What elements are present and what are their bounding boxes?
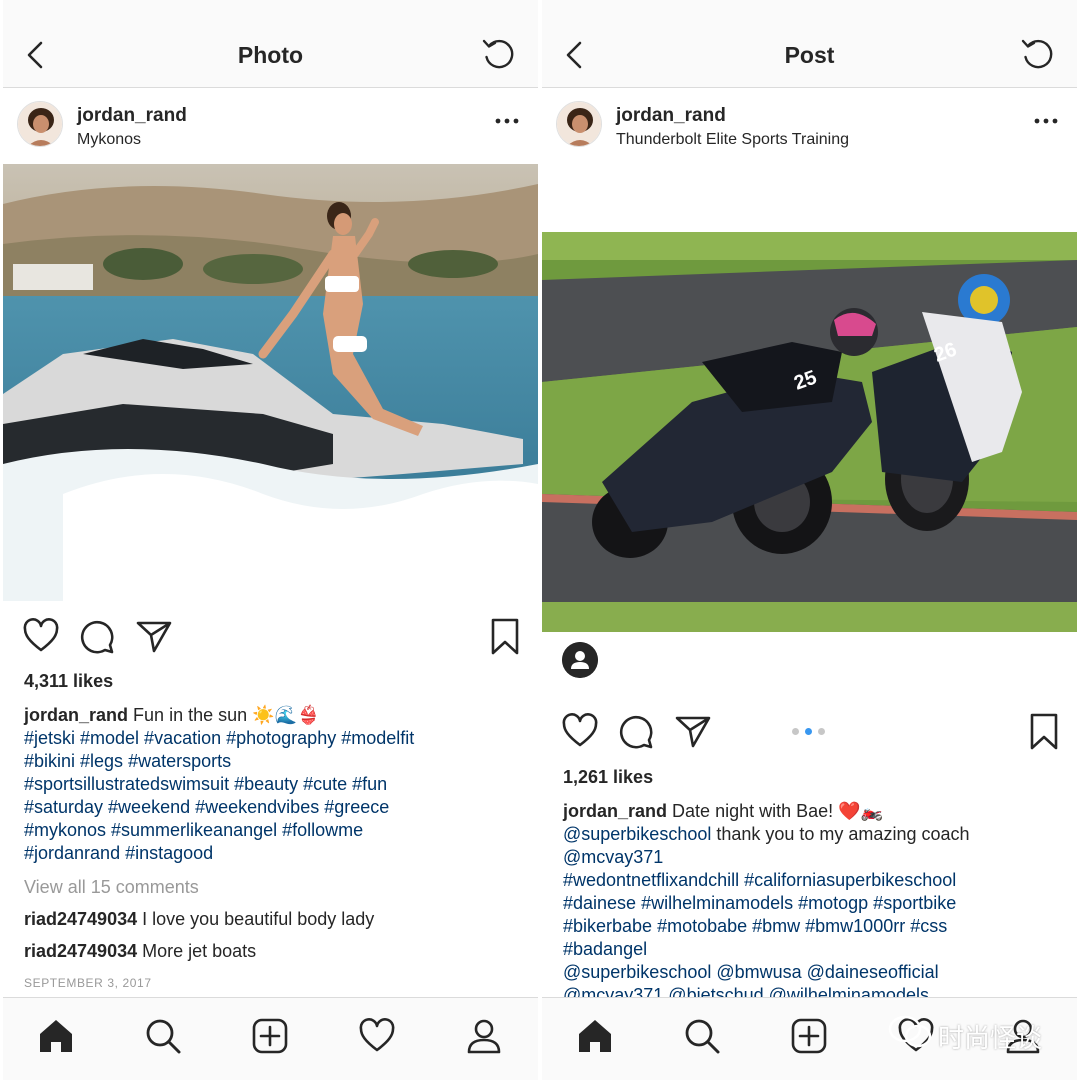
- more-options-icon[interactable]: [494, 111, 520, 131]
- mention-line[interactable]: @superbikeschool @bmwusa @daineseofficia…: [563, 961, 1067, 984]
- refresh-icon[interactable]: [1019, 36, 1057, 74]
- post-location[interactable]: Thunderbolt Elite Sports Training: [616, 131, 849, 149]
- hashtag-line[interactable]: #sportsillustratedswimsuit #beauty #cute…: [24, 773, 528, 796]
- search-icon[interactable]: [682, 1016, 722, 1056]
- comment-username[interactable]: riad24749034: [24, 909, 137, 929]
- comment-bubble-icon[interactable]: [616, 712, 656, 752]
- hashtag-line[interactable]: #bikini #legs #watersports: [24, 750, 528, 773]
- new-post-icon[interactable]: [250, 1016, 290, 1056]
- hashtag-line[interactable]: #bikerbabe #motobabe #bmw #bmw1000rr #cs…: [563, 915, 1067, 938]
- caption-hashtags[interactable]: #wedontnetflixandchill #californiasuperb…: [563, 869, 1067, 961]
- likes-count[interactable]: 1,261 likes: [563, 767, 653, 788]
- page-title: Post: [784, 42, 835, 68]
- post-photo-motorcycles[interactable]: 26 25: [542, 232, 1077, 632]
- carousel-dot: [818, 728, 825, 735]
- top-navigation-bar: Post: [542, 0, 1077, 88]
- caption-username[interactable]: jordan_rand: [24, 705, 128, 725]
- like-heart-icon[interactable]: [560, 712, 600, 752]
- post-header: jordan_rand Mykonos: [3, 89, 538, 163]
- hashtag-line[interactable]: #mykonos #summerlikeanangel #followme: [24, 819, 528, 842]
- hashtag-line[interactable]: #wedontnetflixandchill #californiasuperb…: [563, 869, 1067, 892]
- carousel-dot: [792, 728, 799, 735]
- save-bookmark-icon[interactable]: [1024, 712, 1064, 752]
- likes-count[interactable]: 4,311 likes: [24, 671, 113, 692]
- mention-link[interactable]: @superbikeschool: [563, 824, 711, 844]
- watermark-text: 时尚怪谈: [938, 1024, 1043, 1054]
- new-post-icon[interactable]: [789, 1016, 829, 1056]
- search-icon[interactable]: [143, 1016, 183, 1056]
- post-caption: jordan_rand Date night with Bae! ❤️🏍️ @s…: [563, 800, 1067, 1007]
- post-header: jordan_rand Thunderbolt Elite Sports Tra…: [542, 89, 1077, 163]
- profile-icon[interactable]: [464, 1016, 504, 1056]
- post-photo-jetski[interactable]: [3, 164, 538, 601]
- avatar[interactable]: [17, 101, 63, 147]
- view-all-comments-link[interactable]: View all 15 comments: [24, 877, 199, 898]
- caption-text: Date night with Bae! ❤️🏍️: [672, 801, 883, 821]
- share-direct-icon[interactable]: [134, 617, 174, 657]
- post-location[interactable]: Mykonos: [77, 131, 141, 149]
- post-action-bar: [3, 617, 538, 663]
- tagged-people-icon[interactable]: [562, 642, 598, 678]
- caption-username[interactable]: jordan_rand: [563, 801, 667, 821]
- home-icon[interactable]: [575, 1016, 615, 1056]
- more-options-icon[interactable]: [1033, 111, 1059, 131]
- right-phone-screen: Post jordan_rand Thunderbolt Elite Sport…: [542, 0, 1077, 1080]
- hashtag-line[interactable]: #jordanrand #instagood: [24, 842, 528, 865]
- wechat-logo-icon: [888, 1015, 932, 1048]
- caption-text: thank you to my amazing coach: [711, 824, 970, 844]
- share-direct-icon[interactable]: [673, 712, 713, 752]
- refresh-icon[interactable]: [480, 36, 518, 74]
- hashtag-line[interactable]: #badangel: [563, 938, 1067, 961]
- like-heart-icon[interactable]: [21, 617, 61, 657]
- hashtag-line[interactable]: #saturday #weekend #weekendvibes #greece: [24, 796, 528, 819]
- post-date: SEPTEMBER 3, 2017: [24, 976, 152, 990]
- caption-text: Fun in the sun ☀️🌊👙: [133, 705, 320, 725]
- mention-link[interactable]: @mcvay371: [563, 846, 1067, 869]
- save-bookmark-icon[interactable]: [485, 617, 525, 657]
- bottom-tab-bar: [3, 997, 538, 1080]
- avatar[interactable]: [556, 101, 602, 147]
- caption-hashtags[interactable]: #jetski #model #vacation #photography #m…: [24, 727, 528, 865]
- hashtag-line[interactable]: #jetski #model #vacation #photography #m…: [24, 727, 528, 750]
- page-title: Photo: [237, 42, 304, 68]
- comment-username[interactable]: riad24749034: [24, 941, 137, 961]
- watermark: 时尚怪谈: [888, 1012, 1058, 1056]
- home-icon[interactable]: [36, 1016, 76, 1056]
- comment-bubble-icon[interactable]: [77, 617, 117, 657]
- caption-mention-line: @superbikeschool thank you to my amazing…: [563, 823, 1067, 846]
- comment-item: riad24749034 More jet boats: [24, 941, 256, 962]
- activity-heart-icon[interactable]: [357, 1016, 397, 1056]
- post-username[interactable]: jordan_rand: [616, 105, 726, 127]
- top-navigation-bar: Photo: [3, 0, 538, 88]
- post-username[interactable]: jordan_rand: [77, 105, 187, 127]
- comment-text: More jet boats: [142, 941, 257, 961]
- post-caption: jordan_rand Fun in the sun ☀️🌊👙 #jetski …: [24, 704, 528, 865]
- carousel-dot-active: [805, 728, 812, 735]
- left-phone-screen: Photo jordan_rand Mykonos 4,311 likes jo…: [3, 0, 538, 1080]
- comment-text: I love you beautiful body lady: [142, 909, 375, 929]
- comment-item: riad24749034 I love you beautiful body l…: [24, 909, 374, 930]
- hashtag-line[interactable]: #dainese #wilhelminamodels #motogp #spor…: [563, 892, 1067, 915]
- carousel-indicator: [792, 728, 832, 736]
